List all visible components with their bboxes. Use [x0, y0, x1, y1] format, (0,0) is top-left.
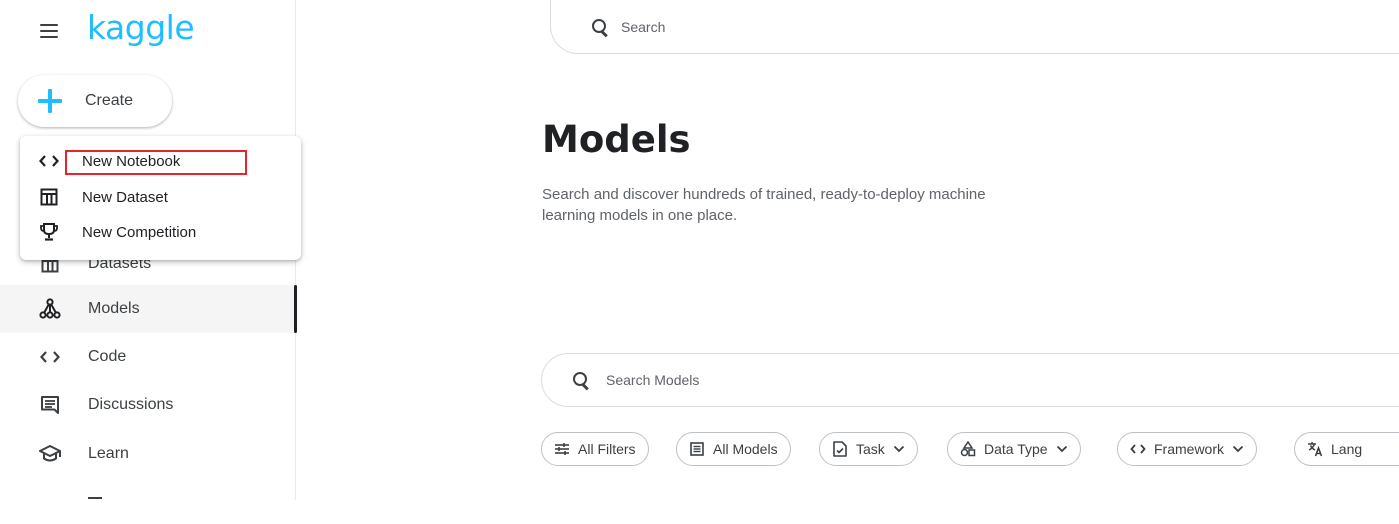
menu-item-label: New Notebook [82, 152, 181, 170]
list-icon [689, 441, 705, 457]
filter-chip-label: Task [856, 441, 885, 457]
chevron-down-icon [1056, 443, 1068, 455]
page-title: Models [542, 118, 691, 161]
create-label: Create [85, 92, 134, 109]
sidebar-item-more-label [88, 494, 118, 500]
filter-chip-label: All Filters [578, 441, 636, 457]
plus-icon [38, 89, 62, 113]
sidebar-item-discussions[interactable]: Discussions [0, 381, 295, 429]
global-search-input[interactable] [621, 18, 1221, 35]
filter-chip-framework[interactable]: Framework [1117, 432, 1258, 466]
filter-chip-language[interactable]: Lang [1294, 432, 1399, 466]
menu-item-new-dataset[interactable]: New Dataset [20, 180, 301, 214]
sidebar-item-models[interactable]: Models [0, 285, 297, 333]
filter-chip-data-type[interactable]: Data Type [947, 432, 1081, 466]
filters-icon [554, 441, 570, 457]
sidebar-item-learn[interactable]: Learn [0, 430, 295, 478]
create-menu: New Notebook New Dataset New Competition [20, 136, 301, 260]
chevron-down-icon [1232, 443, 1244, 455]
code-icon [38, 345, 62, 369]
sidebar-item-label: Code [88, 348, 127, 365]
models-search-bar[interactable] [541, 353, 1399, 407]
code-icon [1130, 441, 1146, 457]
menu-item-new-competition[interactable]: New Competition [20, 215, 301, 249]
sidebar-item-label: Learn [88, 445, 129, 462]
global-search-bar[interactable] [550, 0, 1399, 54]
translate-icon [1307, 441, 1323, 457]
filter-chip-all-filters[interactable]: All Filters [541, 432, 649, 466]
filter-chip-all-models[interactable]: All Models [676, 432, 791, 466]
filter-chip-task[interactable]: Task [819, 432, 918, 466]
menu-item-label: New Competition [82, 223, 197, 241]
sidebar-item-label: Models [88, 300, 140, 317]
sidebar-item-more-icon [38, 492, 68, 500]
menu-item-new-notebook[interactable]: New Notebook [20, 144, 301, 178]
menu-item-label: New Dataset [82, 188, 168, 206]
task-icon [832, 441, 848, 457]
models-icon [38, 297, 62, 321]
page-description: Search and discover hundreds of trained,… [542, 186, 986, 224]
search-icon [591, 18, 609, 36]
filter-chip-label: All Models [713, 441, 778, 457]
search-icon [572, 371, 590, 389]
table-icon [38, 186, 60, 208]
learn-icon [38, 442, 62, 466]
chevron-down-icon [893, 443, 905, 455]
models-search-input[interactable] [606, 372, 1206, 388]
data-type-icon [960, 441, 976, 457]
code-icon [38, 150, 60, 172]
create-button[interactable]: Create [18, 75, 172, 127]
discussions-icon [38, 393, 62, 417]
kaggle-logo[interactable]: kaggle [87, 8, 195, 47]
sidebar-item-code[interactable]: Code [0, 333, 295, 381]
sidebar-item-label: Discussions [88, 396, 174, 413]
trophy-icon [38, 221, 60, 243]
filter-chip-label: Framework [1154, 441, 1225, 457]
filter-chip-label: Data Type [984, 441, 1048, 457]
menu-icon[interactable] [40, 24, 58, 38]
filter-chip-label: Lang [1331, 441, 1363, 457]
